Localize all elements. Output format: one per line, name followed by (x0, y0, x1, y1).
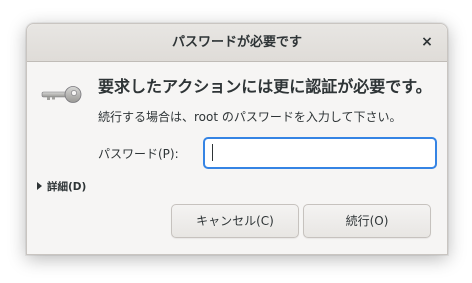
close-icon: × (421, 34, 433, 50)
key-icon (41, 86, 82, 103)
dialog-message: 続行する場合は、root のパスワードを入力して下さい。 (98, 110, 402, 124)
close-button[interactable]: × (417, 32, 437, 52)
dialog-title: パスワードが必要です (171, 35, 302, 50)
password-label: パスワード(P): (98, 147, 179, 161)
titlebar: パスワードが必要です × (27, 24, 447, 62)
dialog-heading: 要求したアクションには更に認証が必要です。 (98, 77, 432, 96)
cancel-button[interactable]: キャンセル(C) (171, 204, 299, 238)
details-expander[interactable]: 詳細(D) (37, 179, 86, 194)
password-dialog: パスワードが必要です × 要求したアクションには更に認証が必要です。 続行する場… (26, 23, 448, 255)
continue-button[interactable]: 続行(O) (303, 204, 431, 238)
details-label: 詳細(D) (47, 181, 87, 193)
expander-arrow-icon (37, 182, 42, 190)
password-input[interactable] (203, 137, 437, 169)
text-caret (212, 144, 213, 161)
